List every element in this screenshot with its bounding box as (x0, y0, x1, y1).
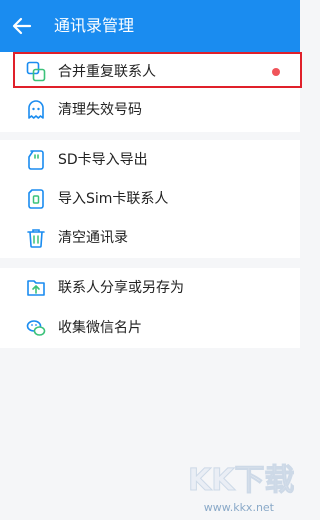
ghost-icon (26, 99, 46, 121)
app-header: 通讯录管理 (0, 0, 300, 52)
list-item-label: 导入Sim卡联系人 (58, 191, 169, 207)
list-item-label: SD卡导入导出 (58, 152, 148, 168)
list-item-import-sim[interactable]: 导入Sim卡联系人 (0, 179, 300, 219)
trash-icon (26, 227, 46, 249)
sim-card-icon (26, 188, 46, 210)
list-group-2: SD卡导入导出 导入Sim卡联系人 清空通讯录 (0, 140, 300, 258)
list-item-collect-wechat[interactable]: 收集微信名片 (0, 308, 300, 348)
list-item-label: 清空通讯录 (58, 230, 128, 246)
highlight-box (13, 52, 302, 88)
list-item-label: 清理失效号码 (58, 102, 142, 118)
svg-text:KK下载: KK下载 (188, 463, 294, 498)
sd-card-icon (26, 149, 46, 171)
watermark-url: www.kkx.net (203, 501, 274, 514)
list-item-clear-contacts[interactable]: 清空通讯录 (0, 218, 300, 258)
folder-upload-icon (26, 277, 46, 299)
list-group-3: 联系人分享或另存为 收集微信名片 (0, 268, 300, 348)
list-item-label: 联系人分享或另存为 (58, 280, 184, 296)
list-item-sd-import-export[interactable]: SD卡导入导出 (0, 140, 300, 180)
wechat-icon (26, 317, 46, 339)
arrow-left-icon[interactable] (10, 14, 34, 38)
list-item-share-contacts[interactable]: 联系人分享或另存为 (0, 268, 300, 308)
list-item-label: 收集微信名片 (58, 320, 142, 336)
page-title: 通讯录管理 (54, 16, 135, 35)
list-item-clean-invalid[interactable]: 清理失效号码 (0, 90, 300, 130)
